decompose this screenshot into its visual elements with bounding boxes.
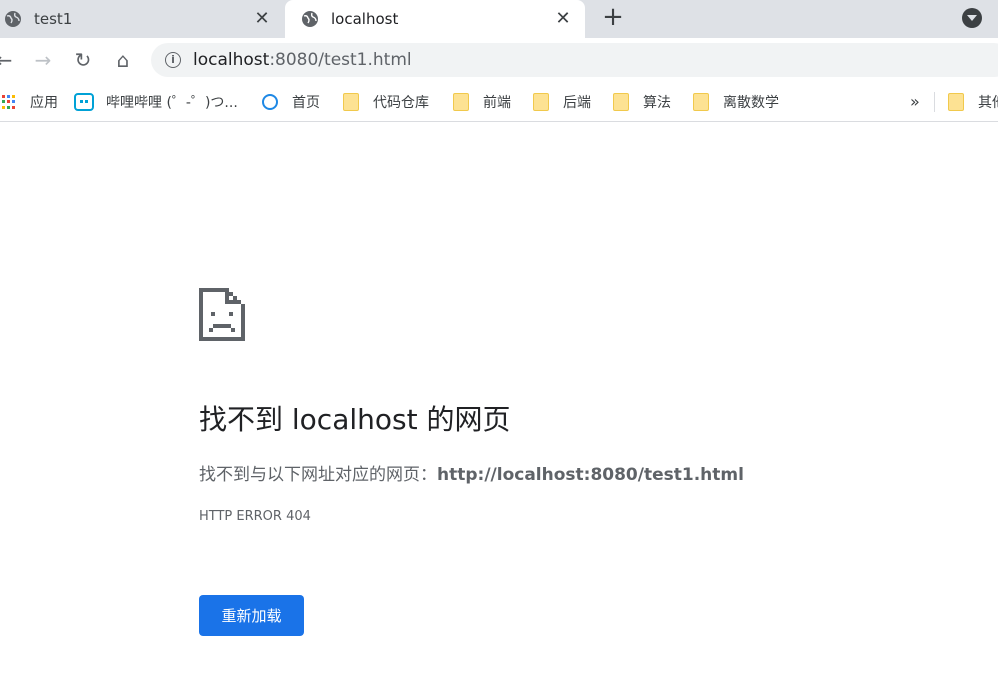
close-icon[interactable]: ✕: [252, 9, 272, 29]
info-icon[interactable]: i: [165, 52, 181, 68]
folder-icon: [453, 93, 469, 111]
bookmark-label: 应用: [30, 95, 58, 111]
bookmark-label: 首页: [292, 95, 320, 111]
bookmark-label: 后端: [563, 95, 591, 111]
apps-grid-icon: [2, 95, 16, 109]
tab-title: test1: [34, 10, 73, 28]
home-button[interactable]: ⌂: [109, 46, 137, 74]
folder-icon: [533, 93, 549, 111]
error-code: HTTP ERROR 404: [199, 509, 311, 524]
error-description: 找不到与以下网址对应的网页：http://localhost:8080/test…: [199, 460, 744, 485]
bookmark-label: 离散数学: [723, 95, 779, 111]
globe-icon: [301, 10, 319, 28]
error-description-text: 找不到与以下网址对应的网页：: [199, 465, 437, 485]
error-url: http://localhost:8080/test1.html: [437, 465, 744, 485]
url-path: :8080/test1.html: [269, 50, 412, 70]
url-host: localhost: [193, 50, 270, 70]
bookmarks-divider: [934, 92, 935, 112]
forward-button[interactable]: →: [29, 46, 57, 74]
error-title: 找不到 localhost 的网页: [199, 403, 511, 436]
bookmarks-bar: 应用 哔哩哔哩 (゜-゜)つ... 首页 代码仓库 前端 后端 算法 离散数学 …: [0, 82, 998, 122]
folder-icon: [948, 93, 964, 111]
folder-icon: [343, 93, 359, 111]
toolbar: ← → ↻ ⌂ i localhost:8080/test1.html: [0, 38, 998, 82]
url-text[interactable]: localhost:8080/test1.html: [193, 50, 412, 70]
tab-strip: test1 ✕ localhost ✕ +: [0, 0, 998, 38]
close-icon[interactable]: ✕: [553, 9, 573, 29]
bookmark-homepage[interactable]: 首页: [262, 92, 320, 112]
bookmark-folder-code[interactable]: 代码仓库: [343, 92, 429, 112]
homepage-icon: [262, 94, 278, 110]
folder-icon: [693, 93, 709, 111]
bookmark-bilibili[interactable]: 哔哩哔哩 (゜-゜)つ...: [74, 92, 238, 112]
bookmark-label: 其他书签: [978, 95, 998, 111]
bookmark-folder-backend[interactable]: 后端: [533, 92, 591, 112]
bookmark-label: 前端: [483, 95, 511, 111]
tab-title: localhost: [331, 10, 399, 28]
sad-page-icon: [199, 288, 245, 341]
bookmarks-more-button[interactable]: »: [910, 92, 920, 111]
bilibili-icon: [74, 93, 94, 111]
address-bar[interactable]: i localhost:8080/test1.html: [151, 43, 998, 77]
globe-icon: [4, 10, 22, 28]
bookmark-label: 算法: [643, 95, 671, 111]
bookmark-folder-algorithm[interactable]: 算法: [613, 92, 671, 112]
tab-localhost[interactable]: localhost ✕: [285, 0, 585, 38]
tab-test1[interactable]: test1 ✕: [0, 0, 284, 38]
bookmark-label: 代码仓库: [373, 95, 429, 111]
folder-icon: [613, 93, 629, 111]
bookmark-folder-other[interactable]: 其他书签: [948, 92, 998, 112]
bookmark-label: 哔哩哔哩 (゜-゜)つ...: [106, 95, 238, 111]
bookmark-folder-discrete-math[interactable]: 离散数学: [693, 92, 779, 112]
new-tab-button[interactable]: +: [600, 4, 626, 31]
bookmark-apps[interactable]: 应用: [2, 92, 58, 112]
reload-page-button[interactable]: 重新加载: [199, 595, 304, 636]
reload-button[interactable]: ↻: [69, 46, 97, 74]
bookmark-folder-frontend[interactable]: 前端: [453, 92, 511, 112]
back-button[interactable]: ←: [0, 46, 18, 74]
tab-search-icon[interactable]: [962, 8, 982, 28]
